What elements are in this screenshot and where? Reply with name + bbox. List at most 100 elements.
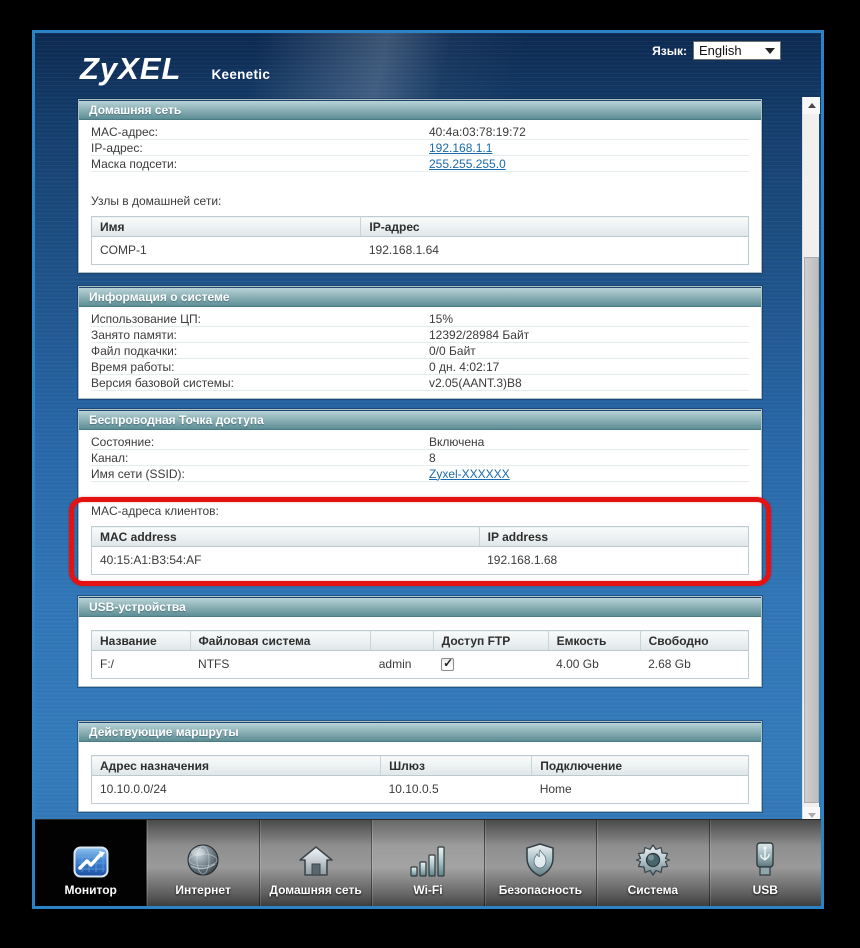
section-title-active-routes: Действующие маршруты xyxy=(79,722,761,742)
zyxel-logo: ZyXEL xyxy=(80,51,181,87)
column-header-ip-address: IP address xyxy=(479,527,748,547)
language-select[interactable]: English xyxy=(693,41,781,60)
nav-tab-monitor[interactable]: Монитор xyxy=(35,820,146,906)
table-row: 40:15:A1:B3:54:AF 192.168.1.68 xyxy=(92,547,749,575)
nav-tab-usb[interactable]: USB xyxy=(709,820,821,906)
nav-tab-internet[interactable]: Интернет xyxy=(146,820,258,906)
nav-tab-label: USB xyxy=(753,883,778,897)
memory-usage-value: 12392/28984 Байт xyxy=(429,328,749,342)
nav-tab-label: Монитор xyxy=(65,883,117,897)
info-row-memory: Занято памяти: 12392/28984 Байт xyxy=(91,327,749,343)
route-gateway-cell: 10.10.0.5 xyxy=(381,776,532,804)
brand-area: ZyXEL Keenetic xyxy=(80,51,270,87)
signal-bars-icon xyxy=(408,840,448,878)
channel-value: 8 xyxy=(429,451,749,465)
subnet-mask-link[interactable]: 255.255.255.0 xyxy=(429,157,506,171)
home-icon xyxy=(297,840,335,878)
section-home-network: Домашняя сеть MAC-адрес: 40:4a:03:78:19:… xyxy=(78,99,762,273)
info-label: Время работы: xyxy=(91,360,429,374)
nav-tab-label: Система xyxy=(628,883,679,897)
product-name: Keenetic xyxy=(211,67,270,82)
column-header-empty xyxy=(371,631,433,651)
info-label: Занято памяти: xyxy=(91,328,429,342)
uptime-value: 0 дн. 4:02:17 xyxy=(429,360,749,374)
column-header-ftp-access: Доступ FTP xyxy=(433,631,548,651)
usb-free-cell: 2.68 Gb xyxy=(640,651,748,679)
info-row-state: Состояние: Включена xyxy=(91,434,749,450)
arrow-down-icon xyxy=(808,813,816,818)
globe-icon xyxy=(185,840,221,878)
nav-tab-label: Домашняя сеть xyxy=(269,883,361,897)
info-row-mask: Маска подсети: 255.255.255.0 xyxy=(91,156,749,172)
usb-ftp-cell xyxy=(433,651,548,679)
column-header-free: Свободно xyxy=(640,631,748,651)
usb-drive-icon xyxy=(753,840,777,878)
nav-tab-label: Безопасность xyxy=(499,883,582,897)
ssid-link[interactable]: Zyxel-XXXXXX xyxy=(429,467,510,481)
nav-tab-system[interactable]: Система xyxy=(596,820,708,906)
table-row: 10.10.0.0/24 10.10.0.5 Home xyxy=(92,776,749,804)
language-row: Язык: English xyxy=(652,41,781,60)
usb-devices-table: Название Файловая система Доступ FTP Емк… xyxy=(91,630,749,679)
language-label: Язык: xyxy=(652,44,687,58)
info-row-firmware: Версия базовой системы: v2.05(AANT.3)B8 xyxy=(91,375,749,391)
usb-fs-cell: NTFS xyxy=(190,651,371,679)
node-name-cell: COMP-1 xyxy=(92,237,361,265)
monitor-chart-icon xyxy=(73,840,109,878)
scrollbar-thumb[interactable] xyxy=(804,257,819,803)
section-title-wireless-ap: Беспроводная Точка доступа xyxy=(79,410,761,430)
section-system-info: Информация о системе Использование ЦП: 1… xyxy=(78,286,762,399)
info-row-channel: Канал: 8 xyxy=(91,450,749,466)
nav-tab-wifi[interactable]: Wi-Fi xyxy=(371,820,483,906)
info-row-swap: Файл подкачки: 0/0 Байт xyxy=(91,343,749,359)
section-title-system-info: Информация о системе xyxy=(79,287,761,307)
info-label: Канал: xyxy=(91,451,429,465)
client-ip-cell: 192.168.1.68 xyxy=(479,547,748,575)
nav-tab-label: Интернет xyxy=(175,883,230,897)
section-wireless-ap: Беспроводная Точка доступа Состояние: Вк… xyxy=(78,409,762,583)
column-header-capacity: Емкость xyxy=(548,631,640,651)
nav-tab-security[interactable]: Безопасность xyxy=(484,820,596,906)
swap-file-value: 0/0 Байт xyxy=(429,344,749,358)
gear-icon xyxy=(635,840,671,878)
column-header-name: Имя xyxy=(92,217,361,237)
section-usb-devices: USB-устройства Название Файловая система… xyxy=(78,596,762,687)
column-header-filesystem: Файловая система xyxy=(190,631,371,651)
info-label: Использование ЦП: xyxy=(91,312,429,326)
info-row-cpu: Использование ЦП: 15% xyxy=(91,311,749,327)
nav-tab-home-network[interactable]: Домашняя сеть xyxy=(259,820,371,906)
info-label: Файл подкачки: xyxy=(91,344,429,358)
ap-state-value: Включена xyxy=(429,435,749,449)
arrow-up-icon xyxy=(808,103,816,108)
mac-address-value: 40:4a:03:78:19:72 xyxy=(429,125,749,139)
vertical-scrollbar[interactable] xyxy=(802,97,819,824)
shield-icon xyxy=(522,840,558,878)
chevron-down-icon xyxy=(765,48,775,54)
column-header-connection: Подключение xyxy=(532,756,749,776)
node-ip-cell: 192.168.1.64 xyxy=(361,237,749,265)
bottom-navigation: Монитор Интернет xyxy=(35,819,821,906)
info-label: Маска подсети: xyxy=(91,157,429,171)
routes-table: Адрес назначения Шлюз Подключение 10.10.… xyxy=(91,755,749,804)
info-row-ssid: Имя сети (SSID): Zyxel-XXXXXX xyxy=(91,466,749,482)
info-label: Состояние: xyxy=(91,435,429,449)
info-label: MAC-адрес: xyxy=(91,125,429,139)
ftp-access-checkbox[interactable] xyxy=(441,658,454,671)
table-row: F:/ NTFS admin 4.00 Gb 2.68 Gb xyxy=(92,651,749,679)
mac-clients-label: MAC-адреса клиентов: xyxy=(91,504,749,518)
table-row: COMP-1 192.168.1.64 xyxy=(92,237,749,265)
column-header-destination: Адрес назначения xyxy=(92,756,381,776)
home-nodes-table: Имя IP-адрес COMP-1 192.168.1.64 xyxy=(91,216,749,265)
scroll-up-button[interactable] xyxy=(803,97,820,114)
language-selected-value: English xyxy=(699,43,742,58)
section-title-home-network: Домашняя сеть xyxy=(79,100,761,120)
route-connection-cell: Home xyxy=(532,776,749,804)
info-row-uptime: Время работы: 0 дн. 4:02:17 xyxy=(91,359,749,375)
usb-capacity-cell: 4.00 Gb xyxy=(548,651,640,679)
mac-clients-table: MAC address IP address 40:15:A1:B3:54:AF… xyxy=(91,526,749,575)
section-active-routes: Действующие маршруты Адрес назначения Шл… xyxy=(78,721,762,812)
ip-address-link[interactable]: 192.168.1.1 xyxy=(429,141,492,155)
info-row-ip: IP-адрес: 192.168.1.1 xyxy=(91,140,749,156)
usb-user-cell: admin xyxy=(371,651,433,679)
info-label: Версия базовой системы: xyxy=(91,376,429,390)
